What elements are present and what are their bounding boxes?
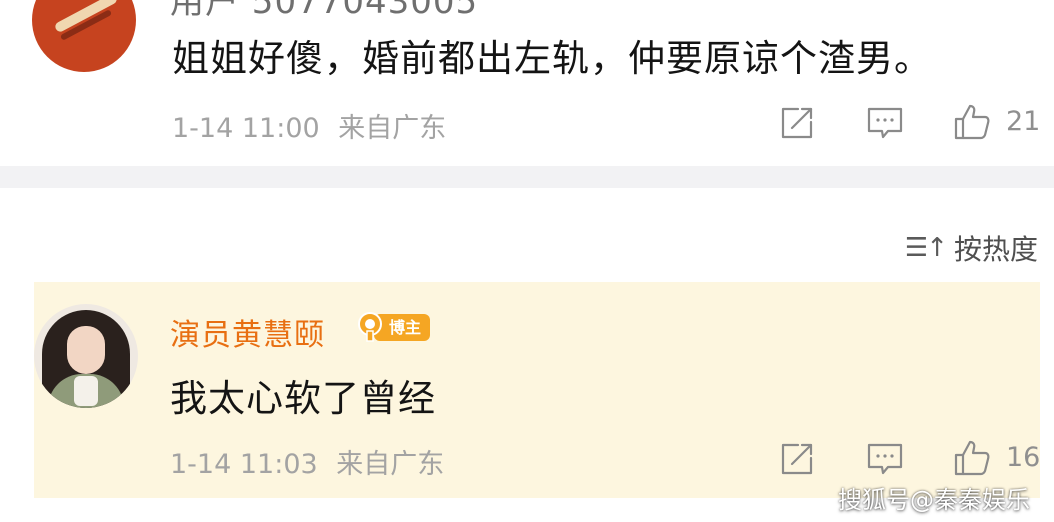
section-separator (0, 166, 1054, 188)
sort-by-hot-button[interactable]: ☰↑ 按热度 (905, 228, 1038, 268)
top-comment-text: 姐姐好傻，婚前都出左轨，仲要原谅个渣男。 (172, 37, 932, 80)
reply-timestamp: 1-14 11:03 (170, 449, 318, 480)
reply-comment-text: 我太心软了曾经 (170, 377, 436, 420)
reply-location: 来自广东 (336, 449, 445, 480)
top-comment-location: 来自广东 (338, 113, 447, 144)
like-icon[interactable] (952, 438, 992, 478)
share-icon[interactable] (778, 104, 816, 142)
like-icon[interactable] (952, 102, 992, 142)
top-comment-meta: 1-14 11:00 来自广东 (172, 106, 446, 145)
top-comment-timestamp: 1-14 11:00 (172, 113, 320, 144)
comment-icon[interactable] (866, 106, 904, 142)
comment-icon[interactable] (866, 442, 904, 478)
reply-like-count: 16 (1006, 442, 1041, 473)
reply-comment-meta: 1-14 11:03 来自广东 (170, 442, 444, 481)
watermark: 搜狐号@秦秦娱乐 (838, 486, 1030, 514)
sort-icon: ☰↑ (904, 233, 948, 263)
reply-author-name[interactable]: 演员黄慧颐 (170, 310, 325, 354)
blogger-badge-icon (358, 312, 382, 342)
top-comment-author-name[interactable]: 用户 5077043005 (170, 0, 478, 23)
top-comment-like-count: 21 (1006, 106, 1041, 137)
blogger-badge: 博主 (356, 311, 432, 343)
share-icon[interactable] (778, 440, 816, 478)
reply-avatar[interactable] (34, 304, 138, 408)
sort-label: 按热度 (953, 233, 1038, 266)
